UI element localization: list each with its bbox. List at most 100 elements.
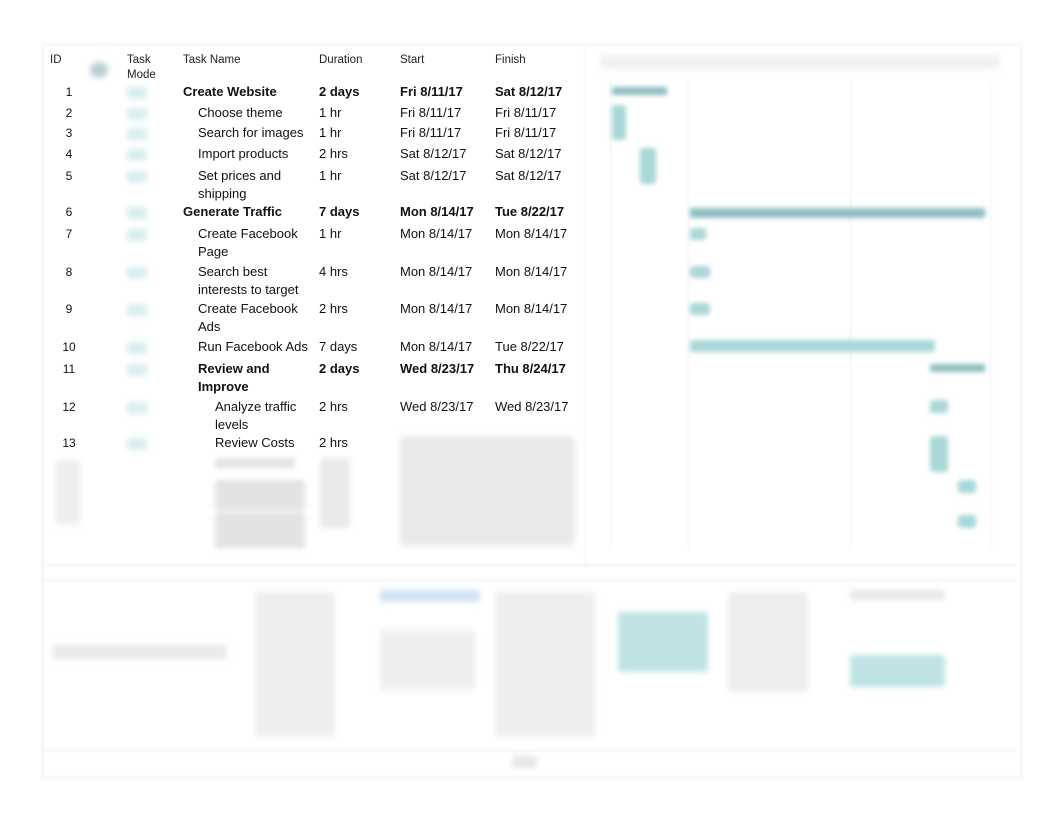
task-bar[interactable] <box>640 148 656 184</box>
blurred-text <box>320 458 350 528</box>
task-id[interactable]: 7 <box>57 225 81 243</box>
gridline <box>610 80 611 550</box>
legend-swatch <box>380 590 480 602</box>
task-finish[interactable]: Tue 8/22/17 <box>495 203 564 221</box>
header-finish[interactable]: Finish <box>495 53 526 68</box>
task-name[interactable]: Import products <box>198 145 313 163</box>
task-bar[interactable] <box>958 480 976 493</box>
task-bar[interactable] <box>690 340 935 352</box>
blurred-text <box>215 480 305 510</box>
divider <box>45 580 1017 581</box>
task-id[interactable]: 6 <box>57 203 81 221</box>
task-name[interactable]: Review Costs <box>215 434 315 452</box>
task-name[interactable]: Create Facebook Ads <box>198 300 313 336</box>
task-finish[interactable]: Sat 8/12/17 <box>495 167 562 185</box>
task-start[interactable]: Mon 8/14/17 <box>400 225 472 243</box>
header-duration[interactable]: Duration <box>319 53 362 68</box>
task-id[interactable]: 13 <box>57 434 81 452</box>
task-duration[interactable]: 2 days <box>319 83 359 101</box>
blurred-text <box>215 458 295 468</box>
task-bar[interactable] <box>930 436 948 472</box>
task-name[interactable]: Review and Improve <box>198 360 313 396</box>
task-start[interactable]: Wed 8/23/17 <box>400 398 473 416</box>
blurred-legend-text <box>255 592 335 737</box>
header-task-mode[interactable]: Task Mode <box>127 53 167 83</box>
summary-bar[interactable] <box>690 208 985 218</box>
task-bar[interactable] <box>690 303 710 315</box>
task-duration[interactable]: 1 hr <box>319 225 341 243</box>
task-start[interactable]: Mon 8/14/17 <box>400 300 472 318</box>
task-mode-icon <box>127 438 147 450</box>
task-name[interactable]: Create Website <box>183 83 313 101</box>
task-bar[interactable] <box>690 266 710 278</box>
task-duration[interactable]: 2 days <box>319 360 359 378</box>
task-id[interactable]: 4 <box>57 145 81 163</box>
task-finish[interactable]: Mon 8/14/17 <box>495 225 567 243</box>
task-finish[interactable]: Mon 8/14/17 <box>495 263 567 281</box>
task-duration[interactable]: 7 days <box>319 203 359 221</box>
divider <box>45 565 1017 566</box>
gridline <box>990 80 991 550</box>
task-id[interactable]: 9 <box>57 300 81 318</box>
task-bar[interactable] <box>958 515 976 528</box>
task-finish[interactable]: Sat 8/12/17 <box>495 145 562 163</box>
task-duration[interactable]: 2 hrs <box>319 300 348 318</box>
task-start[interactable]: Fri 8/11/17 <box>400 124 461 142</box>
task-name[interactable]: Search for images <box>198 124 313 142</box>
task-start[interactable]: Mon 8/14/17 <box>400 203 474 221</box>
task-name[interactable]: Choose theme <box>198 104 313 122</box>
task-bar[interactable] <box>690 228 706 240</box>
task-start[interactable]: Fri 8/11/17 <box>400 83 463 101</box>
task-finish[interactable]: Sat 8/12/17 <box>495 83 562 101</box>
task-id[interactable]: 12 <box>57 398 81 416</box>
task-id[interactable]: 10 <box>57 338 81 356</box>
task-start[interactable]: Fri 8/11/17 <box>400 104 461 122</box>
divider <box>585 46 586 566</box>
task-name[interactable]: Run Facebook Ads <box>198 338 313 356</box>
task-name[interactable]: Set prices and shipping <box>198 167 313 203</box>
task-bar[interactable] <box>612 105 626 140</box>
task-finish[interactable]: Fri 8/11/17 <box>495 124 556 142</box>
divider <box>45 750 1017 751</box>
summary-bar[interactable] <box>612 87 667 95</box>
task-id[interactable]: 1 <box>57 83 81 101</box>
header-task-name[interactable]: Task Name <box>183 53 241 68</box>
task-name[interactable]: Generate Traffic <box>183 203 313 221</box>
task-finish[interactable]: Fri 8/11/17 <box>495 104 556 122</box>
task-duration[interactable]: 1 hr <box>319 167 341 185</box>
task-id[interactable]: 2 <box>57 104 81 122</box>
legend-swatch <box>618 612 708 672</box>
task-finish[interactable]: Thu 8/24/17 <box>495 360 566 378</box>
header-id[interactable]: ID <box>50 53 62 68</box>
task-name[interactable]: Analyze traffic levels <box>215 398 315 434</box>
task-finish[interactable]: Tue 8/22/17 <box>495 338 564 356</box>
summary-bar[interactable] <box>930 364 985 372</box>
task-mode-icon <box>127 267 147 279</box>
task-duration[interactable]: 2 hrs <box>319 398 348 416</box>
task-duration[interactable]: 1 hr <box>319 124 341 142</box>
task-duration[interactable]: 2 hrs <box>319 434 348 452</box>
task-finish[interactable]: Wed 8/23/17 <box>495 398 568 416</box>
task-mode-icon <box>127 304 147 316</box>
task-name[interactable]: Search best interests to target <box>198 263 313 299</box>
task-start[interactable]: Mon 8/14/17 <box>400 263 472 281</box>
task-id[interactable]: 5 <box>57 167 81 185</box>
task-mode-icon <box>127 364 147 376</box>
task-id[interactable]: 8 <box>57 263 81 281</box>
gridline <box>688 80 689 550</box>
task-start[interactable]: Mon 8/14/17 <box>400 338 472 356</box>
task-duration[interactable]: 2 hrs <box>319 145 348 163</box>
task-duration[interactable]: 4 hrs <box>319 263 348 281</box>
task-finish[interactable]: Mon 8/14/17 <box>495 300 567 318</box>
task-id[interactable]: 11 <box>57 360 81 378</box>
task-start[interactable]: Sat 8/12/17 <box>400 145 467 163</box>
task-start[interactable]: Wed 8/23/17 <box>400 360 474 378</box>
task-start[interactable]: Sat 8/12/17 <box>400 167 467 185</box>
blurred-legend-text <box>495 592 595 737</box>
header-start[interactable]: Start <box>400 53 424 68</box>
task-id[interactable]: 3 <box>57 124 81 142</box>
task-bar[interactable] <box>930 400 948 413</box>
task-duration[interactable]: 1 hr <box>319 104 341 122</box>
task-name[interactable]: Create Facebook Page <box>198 225 313 261</box>
task-duration[interactable]: 7 days <box>319 338 357 356</box>
